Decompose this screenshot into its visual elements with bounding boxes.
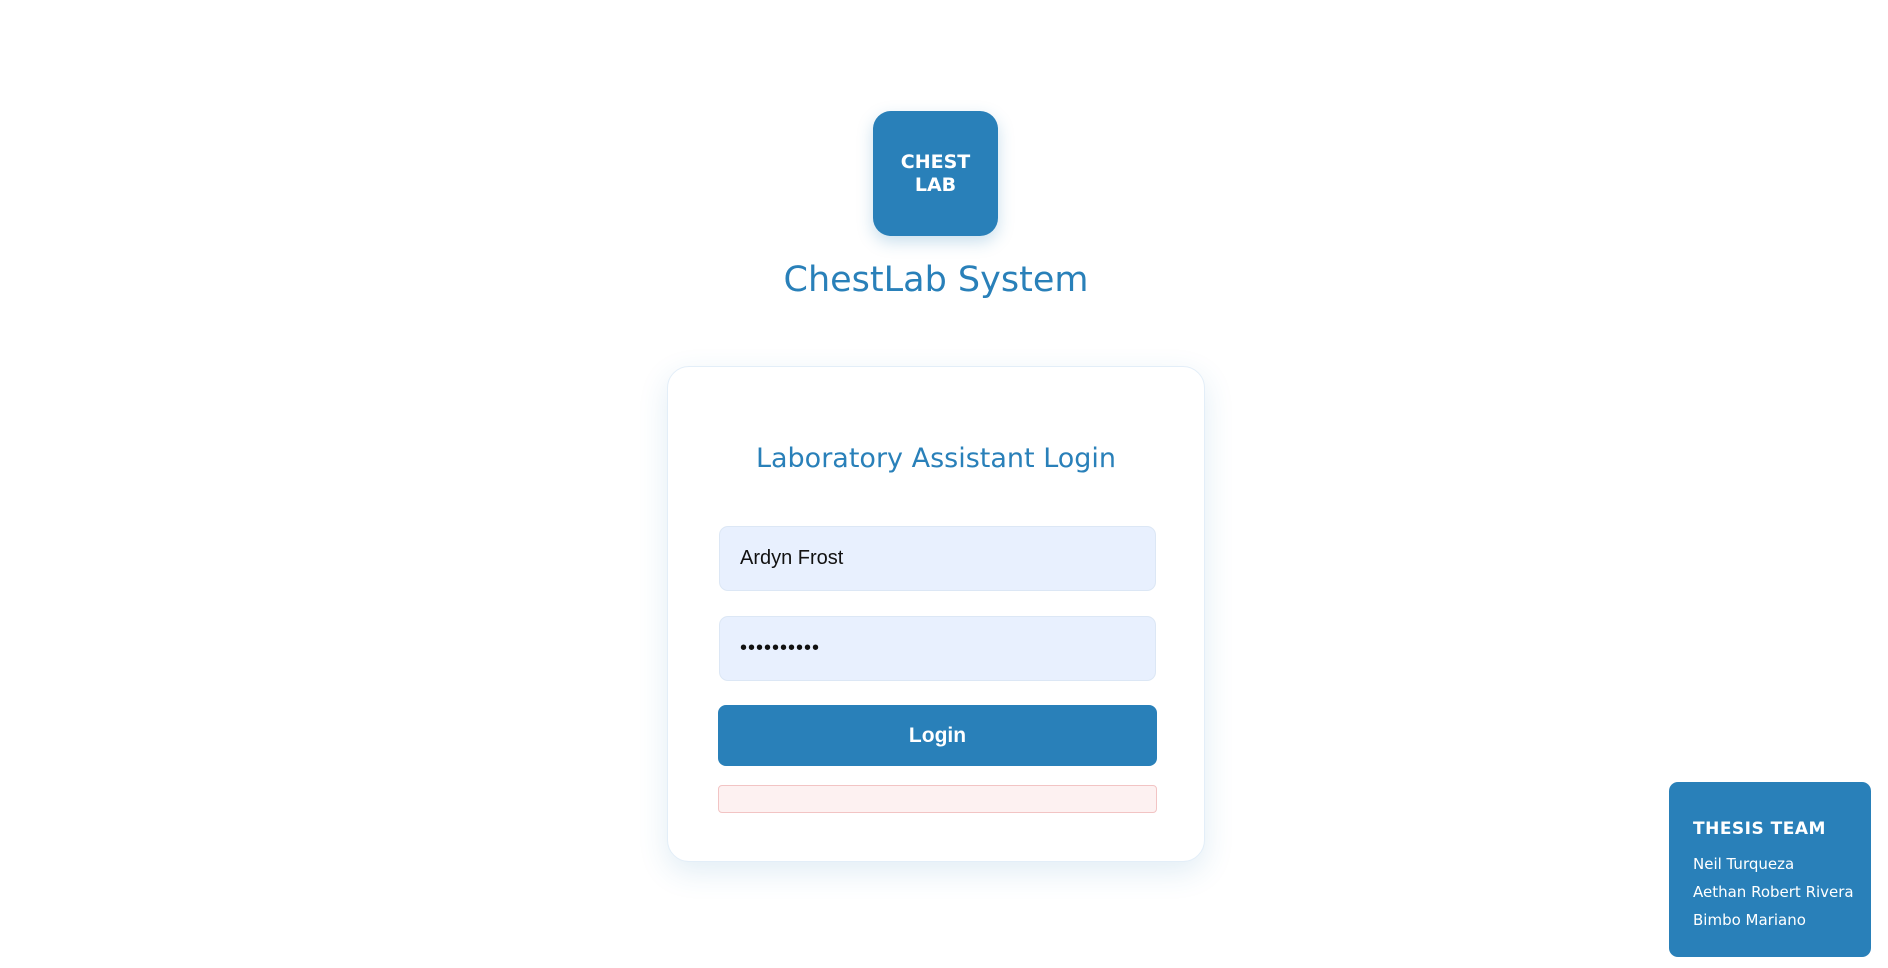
logo-text-line1: CHEST <box>900 150 971 173</box>
app-title: ChestLab System <box>783 260 1089 300</box>
login-button[interactable]: Login <box>718 705 1157 766</box>
team-member: Neil Turqueza <box>1693 855 1795 873</box>
thesis-team-panel: THESIS TEAM Neil Turqueza Aethan Robert … <box>1669 782 1871 957</box>
team-member: Aethan Robert Rivera <box>1693 883 1854 901</box>
error-message-box <box>718 785 1157 813</box>
password-input[interactable] <box>719 616 1156 681</box>
login-card-title: Laboratory Assistant Login <box>755 443 1117 474</box>
thesis-team-title: THESIS TEAM <box>1693 819 1826 839</box>
logo-text-line2: LAB <box>914 173 957 196</box>
login-card: Laboratory Assistant Login Login <box>667 366 1205 862</box>
chestlab-logo: CHEST LAB <box>873 111 998 236</box>
team-member: Bimbo Mariano <box>1693 911 1806 929</box>
username-input[interactable] <box>719 526 1156 591</box>
login-page: CHEST LAB ChestLab System Laboratory Ass… <box>0 0 1888 968</box>
